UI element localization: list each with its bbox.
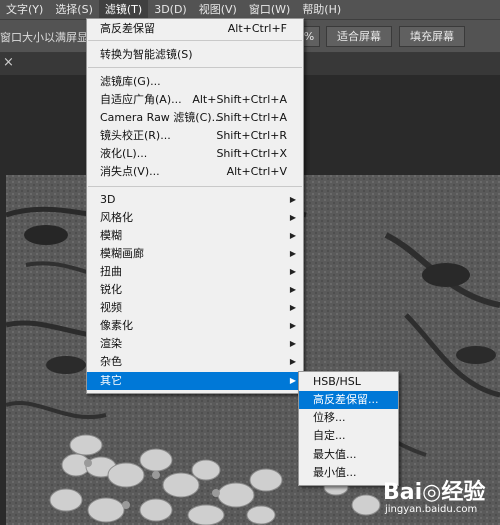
menu-item-blur[interactable]: 模糊 ▶ (87, 227, 303, 245)
close-icon[interactable]: × (3, 55, 14, 70)
menu-item-adaptive-wide-angle[interactable]: 自适应广角(A)... Alt+Shift+Ctrl+A (87, 91, 303, 109)
menu-item-label: 高反差保留 (100, 22, 155, 35)
menu-item-blur-gallery[interactable]: 模糊画廊 ▶ (87, 245, 303, 263)
menu-item-pixelate[interactable]: 像素化 ▶ (87, 317, 303, 335)
menu-item-label: 滤镜库(G)... (100, 75, 161, 88)
menu-item-high-pass-last[interactable]: 高反差保留 Alt+Ctrl+F (87, 20, 303, 38)
submenu-item-label: 最大值... (313, 448, 357, 461)
submenu-arrow-icon: ▶ (289, 357, 296, 366)
menu-item-shortcut: Shift+Ctrl+A (216, 111, 287, 124)
menu-item-shortcut: Alt+Shift+Ctrl+A (192, 93, 287, 106)
submenu-arrow-icon: ▶ (289, 339, 296, 348)
menu-item-label: 风格化 (100, 211, 133, 224)
menu-item-stylize[interactable]: 风格化 ▶ (87, 209, 303, 227)
submenu-item-label: 位移... (313, 411, 346, 424)
watermark-logo: Bai◎经验 (383, 480, 486, 505)
menu-item-3d[interactable]: 3D ▶ (87, 191, 303, 209)
menu-help[interactable]: 帮助(H) (296, 0, 347, 19)
menu-item-label: 模糊 (100, 229, 122, 242)
menu-item-convert-smart-filter[interactable]: 转换为智能滤镜(S) (87, 46, 303, 64)
menu-item-label: Camera Raw 滤镜(C)... (100, 111, 223, 124)
menu-view[interactable]: 视图(V) (193, 0, 243, 19)
submenu-arrow-icon: ▶ (289, 303, 296, 312)
menu-item-shortcut: Alt+Ctrl+F (227, 22, 287, 35)
submenu-item-label: 高反差保留... (313, 393, 379, 406)
menu-item-render[interactable]: 渲染 ▶ (87, 335, 303, 353)
menu-separator (88, 186, 302, 187)
submenu-arrow-icon: ▶ (289, 195, 296, 204)
menu-item-shortcut: Shift+Ctrl+X (216, 147, 287, 160)
other-submenu: HSB/HSL 高反差保留... 位移... 自定... 最大值... 最小值.… (298, 371, 399, 486)
submenu-arrow-icon: ▶ (289, 321, 296, 330)
submenu-item-hsb-hsl[interactable]: HSB/HSL (299, 373, 398, 391)
menu-bar: 文字(Y) 选择(S) 滤镜(T) 3D(D) 视图(V) 窗口(W) 帮助(H… (0, 0, 500, 20)
menu-item-liquify[interactable]: 液化(L)... Shift+Ctrl+X (87, 145, 303, 163)
submenu-item-label: HSB/HSL (313, 375, 361, 388)
submenu-arrow-icon: ▶ (289, 267, 296, 276)
fit-screen-button[interactable]: 适合屏幕 (326, 26, 392, 47)
fill-screen-button[interactable]: 填充屏幕 (399, 26, 465, 47)
menu-3d[interactable]: 3D(D) (148, 0, 193, 19)
menu-item-vanishing-point[interactable]: 消失点(V)... Alt+Ctrl+V (87, 163, 303, 181)
resize-window-option-label[interactable]: 窗口大小以满屏显示 (0, 29, 99, 45)
submenu-item-high-pass[interactable]: 高反差保留... (299, 391, 398, 409)
menu-item-label: 镜头校正(R)... (100, 129, 171, 142)
menu-item-label: 视频 (100, 301, 122, 314)
submenu-item-offset[interactable]: 位移... (299, 409, 398, 427)
menu-item-label: 杂色 (100, 355, 122, 368)
menu-item-label: 消失点(V)... (100, 165, 160, 178)
menu-item-camera-raw[interactable]: Camera Raw 滤镜(C)... Shift+Ctrl+A (87, 109, 303, 127)
menu-item-label: 扭曲 (100, 265, 122, 278)
menu-item-label: 3D (100, 193, 116, 206)
submenu-arrow-icon: ▶ (289, 213, 296, 222)
menu-text[interactable]: 文字(Y) (0, 0, 49, 19)
menu-item-label: 转换为智能滤镜(S) (100, 48, 193, 61)
menu-item-label: 自适应广角(A)... (100, 93, 182, 106)
menu-item-shortcut: Shift+Ctrl+R (216, 129, 287, 142)
menu-item-label: 像素化 (100, 319, 133, 332)
menu-select[interactable]: 选择(S) (49, 0, 99, 19)
menu-item-shortcut: Alt+Ctrl+V (226, 165, 287, 178)
menu-item-filter-gallery[interactable]: 滤镜库(G)... (87, 73, 303, 91)
menu-filter[interactable]: 滤镜(T) (98, 0, 149, 19)
menu-item-video[interactable]: 视频 ▶ (87, 299, 303, 317)
menu-item-sharpen[interactable]: 锐化 ▶ (87, 281, 303, 299)
menu-item-label: 渲染 (100, 337, 122, 350)
submenu-item-label: 最小值... (313, 466, 357, 479)
submenu-arrow-icon: ▶ (289, 231, 296, 240)
submenu-arrow-icon: ▶ (289, 285, 296, 294)
menu-item-label: 液化(L)... (100, 147, 148, 160)
filter-menu: 高反差保留 Alt+Ctrl+F 转换为智能滤镜(S) 滤镜库(G)... 自适… (86, 18, 304, 394)
menu-window[interactable]: 窗口(W) (243, 0, 296, 19)
menu-separator (88, 40, 302, 41)
menu-item-lens-correction[interactable]: 镜头校正(R)... Shift+Ctrl+R (87, 127, 303, 145)
menu-item-label: 模糊画廊 (100, 247, 144, 260)
baidu-jingyan-watermark: Bai◎经验 jingyan.baidu.com (383, 474, 495, 518)
watermark-url: jingyan.baidu.com (385, 504, 478, 515)
submenu-arrow-icon: ▶ (289, 376, 296, 385)
submenu-item-label: 自定... (313, 429, 346, 442)
menu-item-distort[interactable]: 扭曲 ▶ (87, 263, 303, 281)
submenu-item-maximum[interactable]: 最大值... (299, 446, 398, 464)
menu-separator (88, 67, 302, 68)
menu-item-other[interactable]: 其它 ▶ (87, 372, 303, 390)
menu-item-label: 锐化 (100, 283, 122, 296)
submenu-item-custom[interactable]: 自定... (299, 427, 398, 445)
submenu-arrow-icon: ▶ (289, 249, 296, 258)
menu-item-noise[interactable]: 杂色 ▶ (87, 353, 303, 371)
menu-item-label: 其它 (100, 374, 122, 387)
